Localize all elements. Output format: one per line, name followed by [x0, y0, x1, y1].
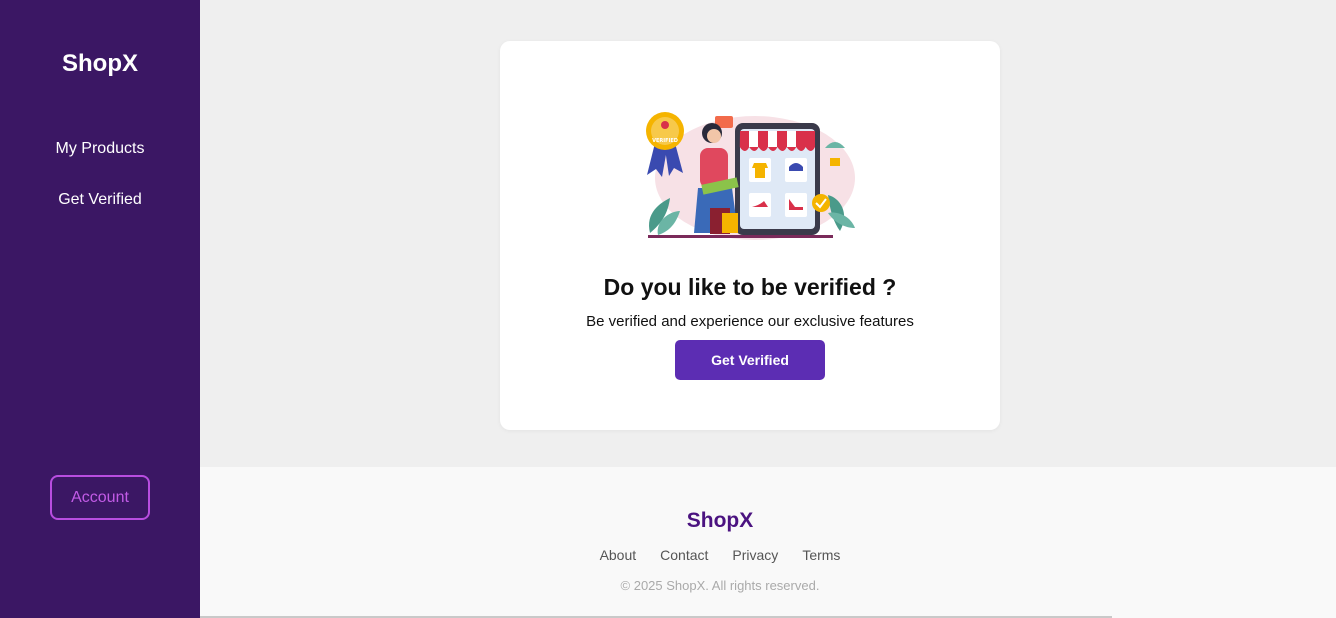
sidebar-brand: ShopX	[62, 50, 138, 77]
footer: ShopX About Contact Privacy Terms © 2025…	[200, 467, 1336, 618]
sidebar: ShopX My Products Get Verified Account	[0, 0, 200, 618]
copyright-text: © 2025 ShopX. All rights reserved.	[620, 578, 820, 593]
card-title: Do you like to be verified ?	[603, 274, 897, 300]
footer-brand: ShopX	[686, 509, 754, 532]
sidebar-item-get-verified[interactable]: Get Verified	[0, 191, 200, 209]
footer-links: About Contact Privacy Terms	[200, 547, 1240, 563]
get-verified-button[interactable]: Get Verified	[675, 340, 825, 380]
footer-link-contact[interactable]: Contact	[660, 547, 708, 563]
account-button[interactable]: Account	[50, 475, 150, 520]
verified-badge-text: VERIFIED	[652, 138, 678, 144]
card-subtitle: Be verified and experience our exclusive…	[586, 313, 914, 330]
main-content: VERIFIED Do you like to be verified ? Be…	[200, 0, 1336, 467]
verification-card: VERIFIED Do you like to be verified ? Be…	[500, 41, 1000, 430]
footer-link-terms[interactable]: Terms	[802, 547, 840, 563]
sidebar-item-my-products[interactable]: My Products	[0, 140, 200, 158]
verification-illustration: VERIFIED	[646, 112, 855, 240]
footer-link-privacy[interactable]: Privacy	[732, 547, 778, 563]
footer-link-about[interactable]: About	[600, 547, 637, 563]
